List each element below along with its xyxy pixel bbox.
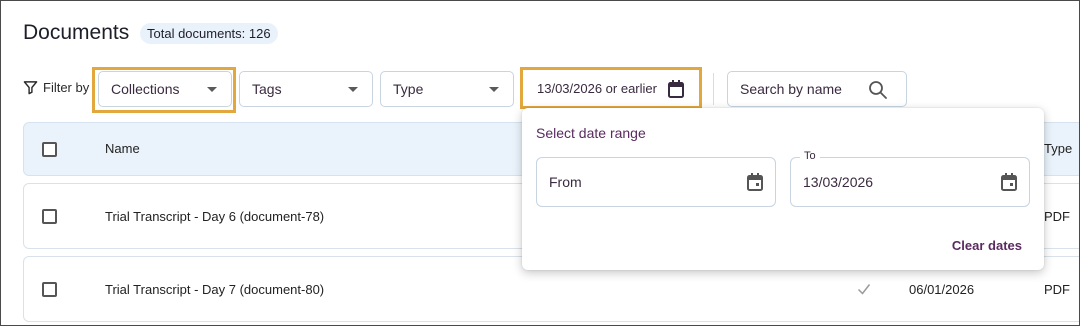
filter-by-text: Filter by — [43, 80, 90, 95]
from-date-field[interactable]: From — [536, 157, 776, 207]
calendar-icon — [668, 80, 684, 98]
row-checkbox[interactable] — [42, 209, 57, 224]
search-input[interactable]: Search by name — [727, 71, 907, 107]
toolbar-divider — [713, 73, 714, 105]
document-date: 06/01/2026 — [909, 282, 975, 297]
dropdown-caret-icon — [207, 87, 217, 92]
row-checkbox[interactable] — [42, 282, 57, 297]
date-range-popover: Select date range From To 13/03/2026 Cle… — [522, 108, 1044, 270]
select-all-checkbox[interactable] — [42, 142, 57, 157]
date-filter-label: 13/03/2026 or earlier — [537, 80, 657, 96]
column-header-name[interactable]: Name — [105, 141, 140, 156]
to-date-label: To — [800, 150, 820, 162]
checkmark-icon — [857, 284, 871, 295]
calendar-icon[interactable] — [746, 172, 764, 192]
document-name[interactable]: Trial Transcript - Day 6 (document-78) — [105, 209, 324, 224]
document-type: PDF — [1044, 282, 1070, 297]
document-name[interactable]: Trial Transcript - Day 7 (document-80) — [105, 282, 324, 297]
dropdown-caret-icon — [348, 87, 358, 92]
collections-dropdown[interactable]: Collections — [98, 71, 232, 107]
page-title: Documents — [23, 21, 130, 44]
clear-dates-button[interactable]: Clear dates — [952, 238, 1022, 253]
calendar-icon[interactable] — [1000, 172, 1018, 192]
documents-panel: Documents Total documents: 126 Filter by… — [0, 0, 1080, 326]
type-dropdown[interactable]: Type — [380, 71, 514, 107]
to-date-value: 13/03/2026 — [803, 174, 874, 190]
document-type: PDF — [1044, 209, 1070, 224]
dropdown-caret-icon — [489, 87, 499, 92]
filter-by-label: Filter by — [23, 80, 89, 95]
tags-dropdown-label: Tags — [252, 81, 282, 97]
type-dropdown-label: Type — [393, 81, 424, 97]
total-documents-badge: Total documents: 126 — [140, 23, 278, 44]
tags-dropdown[interactable]: Tags — [239, 71, 373, 107]
to-date-field[interactable]: To 13/03/2026 — [790, 150, 1030, 207]
filter-icon — [23, 81, 38, 95]
search-icon[interactable] — [868, 80, 888, 100]
column-header-type[interactable]: Type — [1044, 141, 1072, 156]
search-placeholder: Search by name — [740, 81, 842, 97]
collections-dropdown-label: Collections — [111, 81, 180, 97]
date-filter-button[interactable]: 13/03/2026 or earlier — [524, 71, 698, 105]
from-date-value: From — [549, 174, 582, 190]
date-range-title: Select date range — [536, 125, 646, 141]
